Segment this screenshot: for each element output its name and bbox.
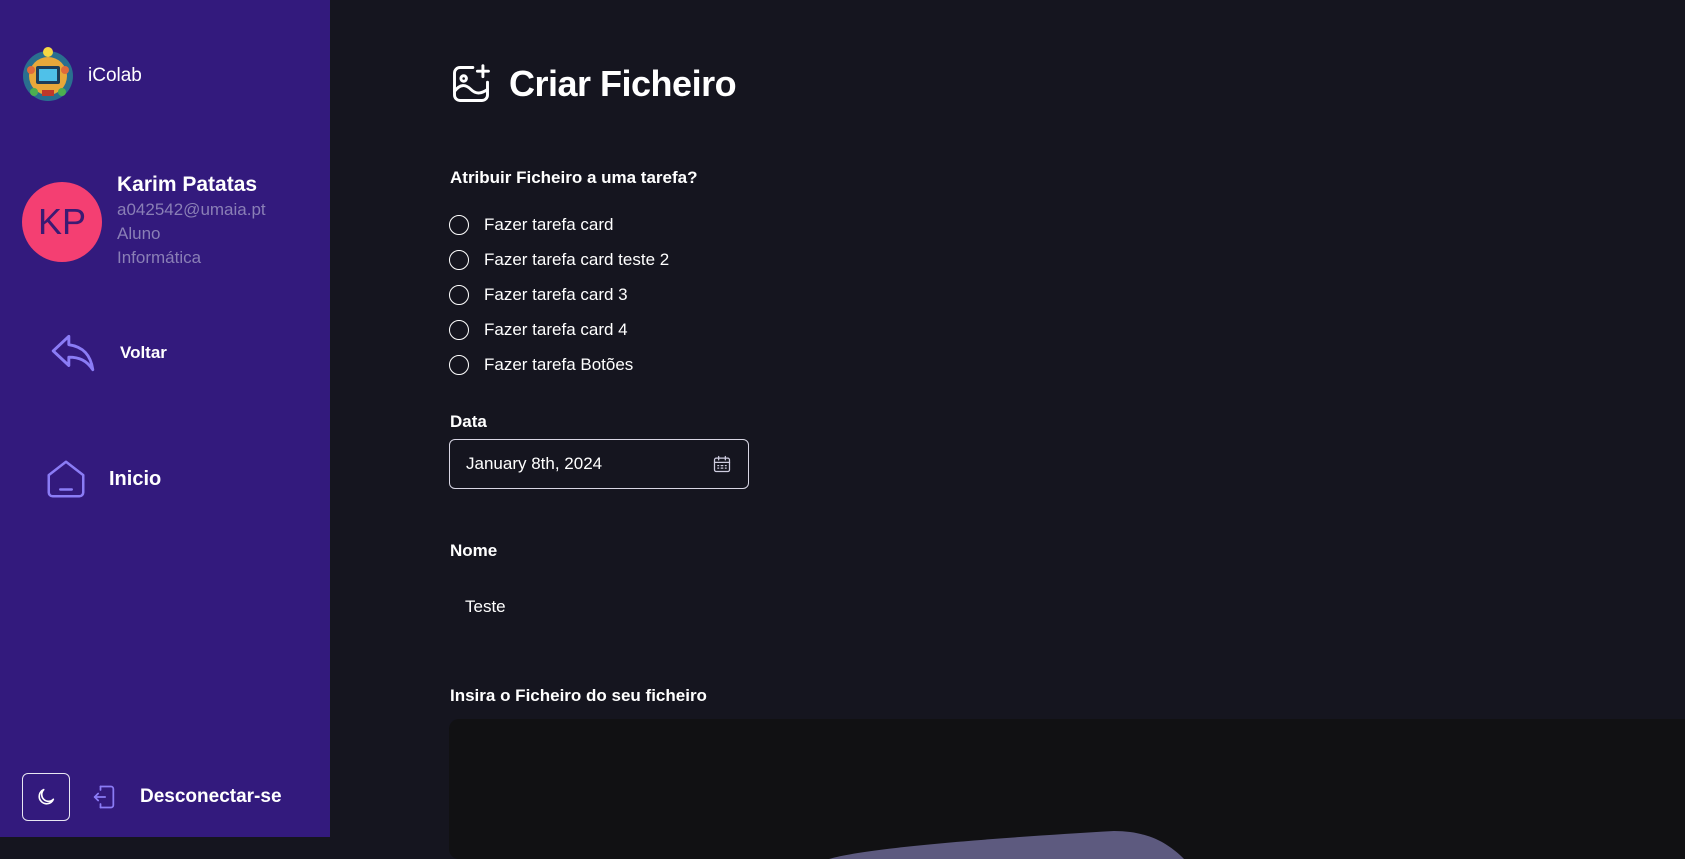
- sidebar-footer: Desconectar-se: [22, 773, 282, 821]
- task-radio-group: Fazer tarefa card Fazer tarefa card test…: [449, 207, 669, 382]
- brand-name: iColab: [88, 65, 142, 86]
- sidebar: iColab KP Karim Patatas a042542@umaia.pt…: [0, 0, 330, 837]
- name-field[interactable]: [449, 585, 949, 629]
- radio-button[interactable]: [449, 354, 469, 375]
- back-label: Voltar: [120, 343, 167, 362]
- reply-arrow-icon: [48, 328, 98, 378]
- file-upload-label: Insira o Ficheiro do seu ficheiro: [450, 686, 707, 705]
- logout-icon[interactable]: [90, 782, 118, 812]
- user-course: Informática: [117, 248, 202, 267]
- user-name: Karim Patatas: [117, 173, 258, 196]
- name-label: Nome: [450, 541, 498, 560]
- moon-icon: [35, 786, 57, 808]
- brand[interactable]: iColab: [22, 40, 142, 112]
- task-option[interactable]: Fazer tarefa card 4: [449, 312, 669, 347]
- image-plus-icon: [449, 62, 493, 106]
- task-option[interactable]: Fazer tarefa card 3: [449, 277, 669, 312]
- home-icon: [43, 456, 89, 502]
- logout-button[interactable]: Desconectar-se: [140, 786, 282, 808]
- task-option-label: Fazer tarefa card 3: [484, 284, 628, 304]
- task-option[interactable]: Fazer tarefa card: [449, 207, 669, 242]
- radio-button[interactable]: [449, 284, 469, 305]
- date-picker[interactable]: January 8th, 2024: [449, 439, 749, 489]
- sidebar-item-home[interactable]: Inicio: [43, 456, 161, 502]
- icolab-logo: [22, 40, 74, 112]
- task-option-label: Fazer tarefa card teste 2: [484, 249, 670, 269]
- main-content: Criar Ficheiro Atribuir Ficheiro a uma t…: [330, 0, 1685, 859]
- home-label: Inicio: [109, 467, 162, 490]
- user-role: Aluno: [117, 224, 161, 243]
- user-email: a042542@umaia.pt: [117, 200, 266, 219]
- task-option-label: Fazer tarefa card 4: [484, 319, 628, 339]
- profile-info: Karim Patatas a042542@umaia.pt Aluno Inf…: [117, 172, 266, 270]
- page-title: Criar Ficheiro: [509, 63, 737, 104]
- assign-task-label: Atribuir Ficheiro a uma tarefa?: [450, 168, 698, 187]
- avatar: KP: [22, 182, 102, 262]
- dropzone-illustration: [829, 831, 1184, 859]
- radio-button[interactable]: [449, 249, 469, 270]
- task-option[interactable]: Fazer tarefa card teste 2: [449, 242, 669, 277]
- task-option-label: Fazer tarefa Botões: [484, 354, 634, 374]
- task-option-label: Fazer tarefa card: [484, 214, 614, 234]
- radio-button[interactable]: [449, 319, 469, 340]
- date-value: January 8th, 2024: [466, 454, 603, 473]
- radio-button[interactable]: [449, 214, 469, 235]
- file-dropzone[interactable]: [449, 719, 1685, 859]
- calendar-icon: [712, 454, 732, 474]
- user-profile: KP Karim Patatas a042542@umaia.pt Aluno …: [22, 172, 266, 270]
- page-header: Criar Ficheiro: [449, 62, 737, 106]
- back-button[interactable]: Voltar: [48, 328, 167, 378]
- date-label: Data: [450, 412, 487, 431]
- task-option[interactable]: Fazer tarefa Botões: [449, 347, 669, 382]
- theme-toggle-button[interactable]: [22, 773, 70, 821]
